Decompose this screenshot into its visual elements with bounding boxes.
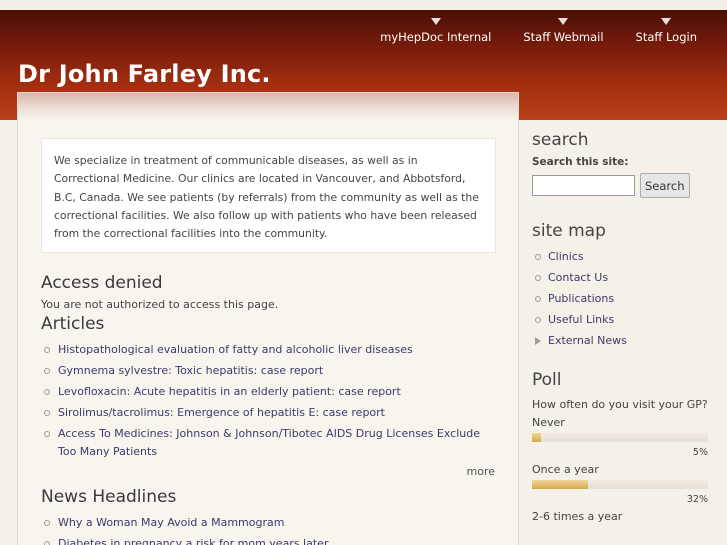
search-title: search [532,130,589,150]
bullet-icon [44,431,50,437]
poll-bar [532,433,708,442]
article-link[interactable]: Levofloxacin: Acute hepatitis in an elde… [41,383,481,401]
poll-percent: 5% [692,447,708,458]
bullet-icon [44,368,50,374]
news-headline: Why a Woman May Avoid a Mammogram [58,516,285,529]
sitemap-item-useful-links[interactable]: Useful Links [532,311,717,329]
site-title[interactable]: Dr John Farley Inc. [18,60,271,88]
access-denied-title: Access denied [41,273,163,293]
sidebar: search Search this site: Search site map… [532,130,717,523]
bullet-icon [44,410,50,416]
nav-label: Staff Webmail [523,30,604,44]
bullet-icon [535,317,541,323]
poll-percent: 32% [686,494,708,505]
article-link[interactable]: Gymnema sylvestre: Toxic hepatitis: case… [41,362,481,380]
nav-label: Staff Login [635,30,697,44]
poll-bar-fill [532,480,589,489]
nav-staff-webmail[interactable]: Staff Webmail [507,18,619,44]
search-button[interactable]: Search [640,173,690,198]
search-input[interactable] [532,175,635,196]
news-link[interactable]: Diabetes in pregnancy a risk for mom yea… [41,535,501,545]
sitemap-item-contact-us[interactable]: Contact Us [532,269,717,287]
bullet-icon [44,347,50,353]
poll-question: How often do you visit your GP? [532,398,708,411]
intro-box: We specialize in treatment of communicab… [41,138,496,253]
sitemap-item-clinics[interactable]: Clinics [532,248,717,266]
sitemap-label: Publications [548,292,615,305]
nav-label: myHepDoc Internal [380,30,492,44]
sitemap-label: Clinics [548,250,584,263]
poll-option-label: 2-6 times a year [532,510,623,523]
news-link[interactable]: Why a Woman May Avoid a Mammogram [41,514,501,532]
bullet-icon [44,520,50,526]
search-row: Search [532,173,717,198]
nav-arrow-icon [661,18,672,25]
article-title: Gymnema sylvestre: Toxic hepatitis: case… [58,364,324,377]
news-headline: Diabetes in pregnancy a risk for mom yea… [58,537,329,545]
bullet-icon [535,296,541,302]
bullet-icon [535,275,541,281]
sitemap-label: Useful Links [548,313,615,326]
articles-list: Histopathological evaluation of fatty an… [41,341,481,464]
article-link[interactable]: Access To Medicines: Johnson & Johnson/T… [41,425,481,461]
sitemap-title: site map [532,221,606,241]
poll-title: Poll [532,370,562,390]
access-denied-message: You are not authorized to access this pa… [41,298,279,311]
article-link[interactable]: Histopathological evaluation of fatty an… [41,341,481,359]
nav-arrow-icon [558,18,569,25]
bullet-icon [535,254,541,260]
main-content: We specialize in treatment of communicab… [17,92,519,545]
articles-title: Articles [41,314,105,334]
sitemap-label: Contact Us [548,271,609,284]
articles-more-link[interactable]: more [467,465,496,478]
bullet-icon [44,541,50,545]
poll-option-label: Never [532,416,565,429]
article-link[interactable]: Sirolimus/tacrolimus: Emergence of hepat… [41,404,481,422]
news-title: News Headlines [41,487,177,507]
article-title: Sirolimus/tacrolimus: Emergence of hepat… [58,406,385,419]
bullet-icon [44,389,50,395]
nav-arrow-icon [430,18,441,25]
article-title: Access To Medicines: Johnson & Johnson/T… [58,427,481,458]
nav-myhepdoc-internal[interactable]: myHepDoc Internal [364,18,507,44]
top-strip [0,0,727,10]
article-title: Histopathological evaluation of fatty an… [58,343,413,356]
poll-bar-fill [532,433,541,442]
article-title: Levofloxacin: Acute hepatitis in an elde… [58,385,401,398]
sitemap-label: External News [548,334,627,347]
sitemap-item-external-news[interactable]: External News [532,332,717,350]
search-label: Search this site: [532,156,629,168]
poll-bar [532,480,708,489]
top-navigation: myHepDoc Internal Staff Webmail Staff Lo… [364,18,713,44]
poll-option-label: Once a year [532,463,599,476]
sitemap-item-publications[interactable]: Publications [532,290,717,308]
nav-staff-login[interactable]: Staff Login [620,18,713,44]
expand-triangle-icon [535,337,541,345]
main-top-gradient [18,93,518,121]
news-list: Why a Woman May Avoid a Mammogram Diabet… [41,514,501,545]
sitemap-list: Clinics Contact Us Publications Useful L… [532,248,717,350]
